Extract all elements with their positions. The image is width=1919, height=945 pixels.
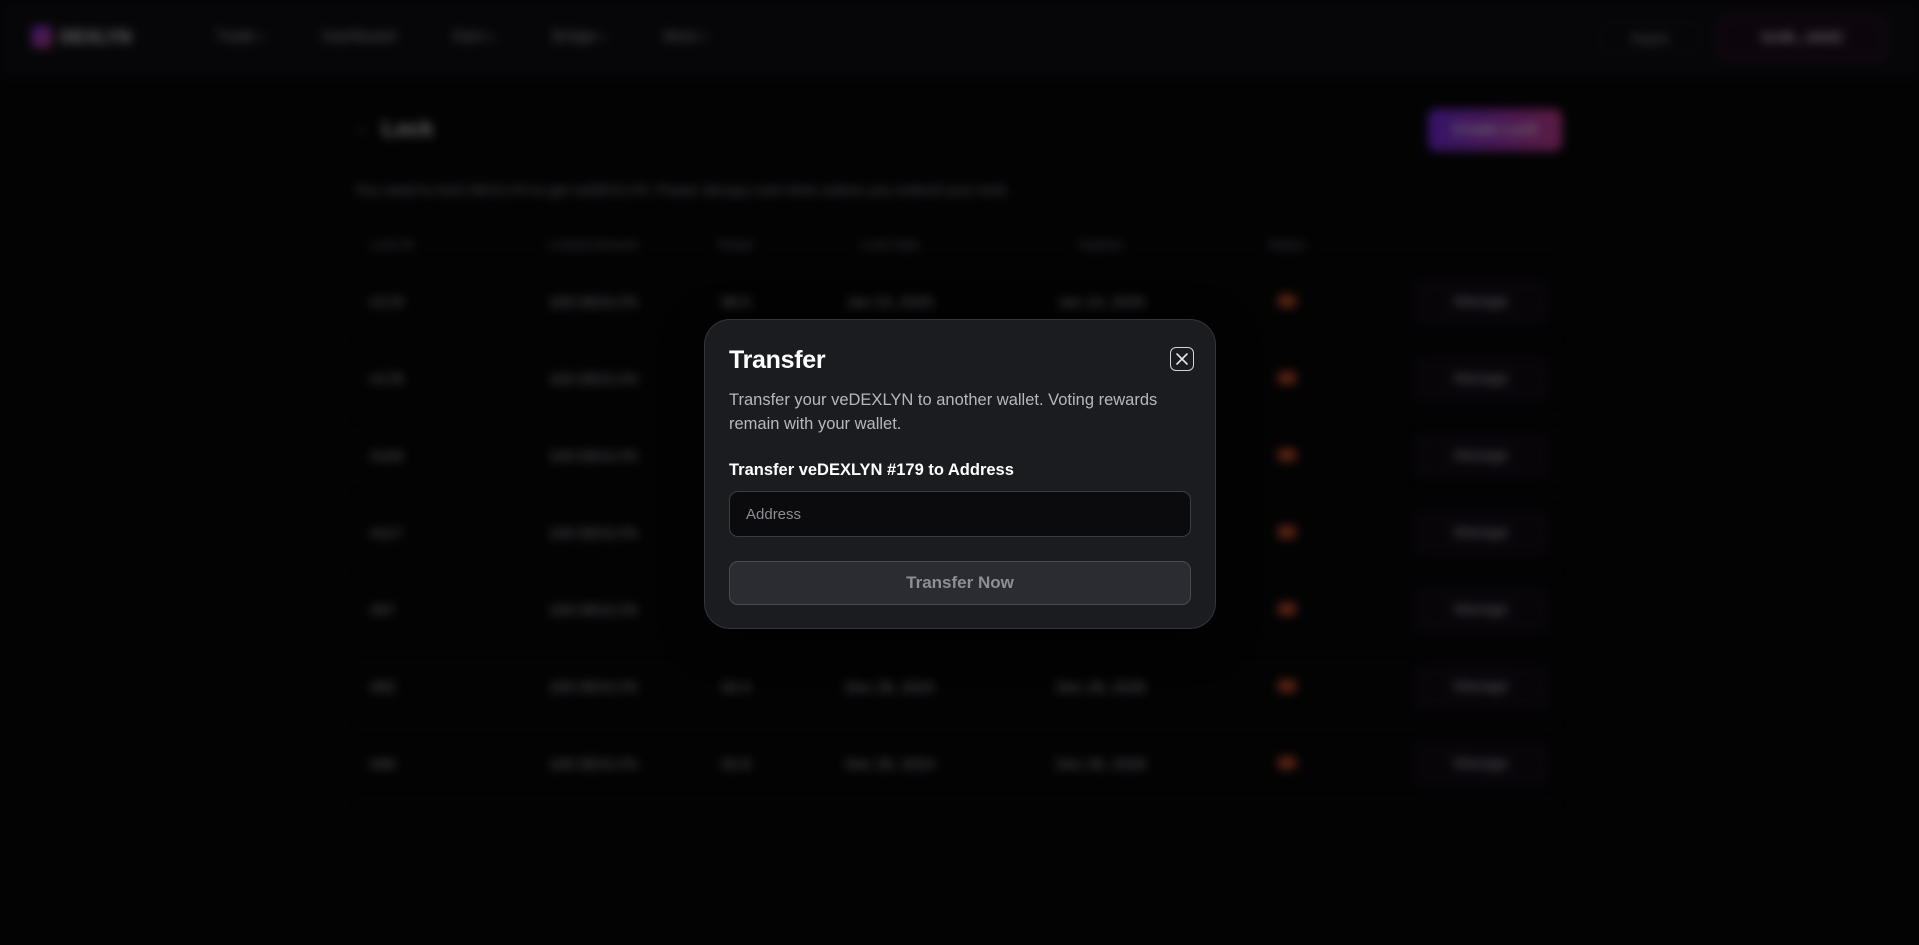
transfer-modal: Transfer Transfer your veDEXLYN to anoth…	[704, 319, 1216, 629]
lock-date: Dec 28, 2024	[845, 678, 935, 696]
main-nav: Trade ▾ Dashboard Earn ▾ Bridge ▾ More ▾	[216, 28, 707, 45]
logo[interactable]: DEXLYN	[32, 26, 131, 48]
manage-button[interactable]: Manage	[1416, 667, 1546, 707]
chevron-down-icon: ▾	[600, 32, 606, 44]
manage-button[interactable]: Manage	[1416, 282, 1546, 322]
power-value: 98.5	[721, 293, 751, 311]
table-header: Lock ID Locked Amount Power Lock Date Ex…	[354, 226, 1560, 264]
locked-amount: 100 DEXLYN	[548, 755, 638, 773]
page-title: Lock	[382, 116, 434, 141]
status-badge	[1278, 448, 1296, 461]
status-badge	[1278, 294, 1296, 307]
lock-id: #83	[370, 678, 396, 696]
column-header[interactable]: Status	[1212, 237, 1362, 252]
table-row: #69 100 DEXLYN 92.8 Dec 26, 2024 Dec 26, 202…	[354, 726, 1560, 803]
arrow-left-icon[interactable]: ←	[354, 120, 370, 138]
manage-button[interactable]: Manage	[1416, 513, 1546, 553]
network-button[interactable]: Supra	[1600, 22, 1700, 54]
expiry-date: Dec 26, 2028	[1056, 755, 1146, 773]
status-badge	[1278, 756, 1296, 769]
locked-amount: 100 DEXLYN	[548, 524, 638, 542]
manage-button[interactable]: Manage	[1416, 359, 1546, 399]
modal-description: Transfer your veDEXLYN to another wallet…	[729, 391, 1158, 433]
table-row: #83 100 DEXLYN 93.4 Dec 28, 2024 Dec 28, 202…	[354, 649, 1560, 726]
status-badge	[1278, 602, 1296, 615]
column-header[interactable]: Power	[682, 237, 790, 252]
locked-amount: 100 DEXLYN	[548, 370, 638, 388]
logo-mark-icon	[32, 26, 52, 48]
create-lock-button[interactable]: Create Lock	[1428, 109, 1562, 151]
status-badge	[1278, 679, 1296, 692]
status-badge	[1278, 525, 1296, 538]
lock-id: #97	[370, 601, 396, 619]
column-header[interactable]: Locked Amount	[504, 237, 682, 252]
address-input[interactable]	[729, 491, 1191, 537]
page-header: ← Lock	[354, 116, 433, 142]
logo-text: DEXLYN	[60, 26, 132, 47]
nav-item-more[interactable]: More ▾	[664, 28, 708, 45]
locked-amount: 100 DEXLYN	[548, 293, 638, 311]
manage-button[interactable]: Manage	[1416, 436, 1546, 476]
power-value: 93.4	[721, 678, 751, 696]
column-header[interactable]: Lock Date	[790, 237, 990, 252]
expiry-date: Jan 10, 2029	[1057, 293, 1145, 311]
modal-title: Transfer	[729, 346, 826, 374]
locked-amount: 100 DEXLYN	[548, 678, 638, 696]
lock-date: Jan 10, 2025	[846, 293, 934, 311]
locked-amount: 100 DEXLYN	[548, 601, 638, 619]
locked-amount: 100 DEXLYN	[548, 447, 638, 465]
lock-id: #117	[370, 524, 403, 542]
nav-item-bridge[interactable]: Bridge ▾	[553, 28, 606, 45]
nav-item-trade[interactable]: Trade ▾	[216, 28, 264, 45]
manage-button[interactable]: Manage	[1416, 744, 1546, 784]
page-description: You need to lock DEXLYN to get veDEXLYN.…	[354, 182, 1010, 199]
status-badge	[1278, 371, 1296, 384]
lock-date: Dec 26, 2024	[845, 755, 935, 773]
column-header[interactable]: Expires	[990, 237, 1212, 252]
address-field-label: Transfer veDEXLYN #179 to Address	[729, 461, 1014, 479]
top-navbar: DEXLYN Trade ▾ Dashboard Earn ▾ Bridge ▾ Mo…	[0, 0, 1919, 76]
wallet-button[interactable]: 0x4b...b0d2	[1718, 16, 1886, 60]
lock-id: #69	[370, 755, 396, 773]
chevron-down-icon: ▾	[701, 32, 708, 44]
nav-item-dashboard[interactable]: Dashboard	[322, 28, 395, 45]
manage-button[interactable]: Manage	[1416, 590, 1546, 630]
transfer-now-button[interactable]: Transfer Now	[729, 561, 1191, 605]
column-header[interactable]: Lock ID	[354, 237, 504, 252]
power-value: 92.8	[721, 755, 751, 773]
nav-item-earn[interactable]: Earn ▾	[454, 28, 495, 45]
lock-id: #179	[370, 293, 404, 311]
expiry-date: Dec 28, 2028	[1056, 678, 1146, 696]
lock-id: #178	[370, 370, 404, 388]
lock-id: #164	[370, 447, 404, 465]
chevron-down-icon: ▾	[489, 32, 495, 44]
close-icon[interactable]	[1170, 347, 1194, 371]
chevron-down-icon: ▾	[258, 32, 265, 44]
